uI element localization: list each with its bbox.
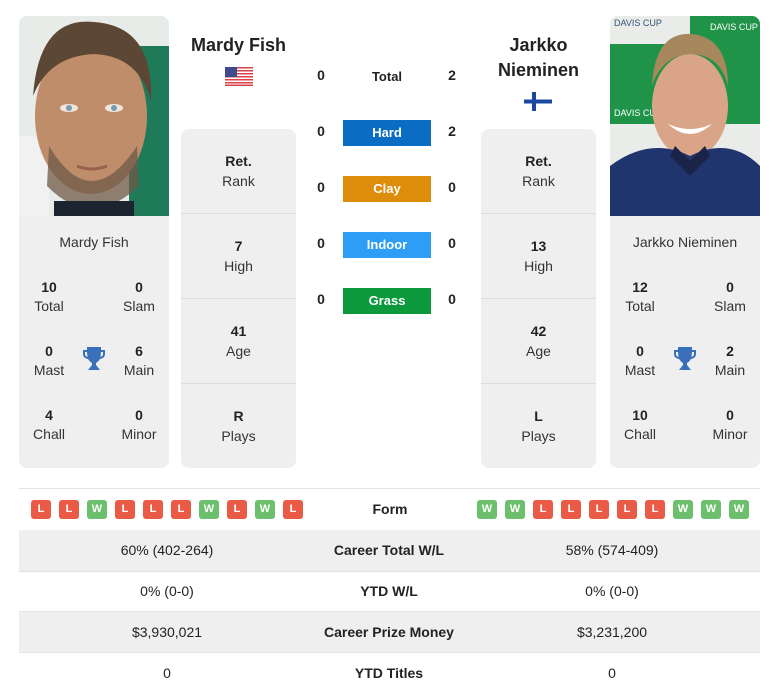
player-card-right: Jarkko Nieminen 12 Total 0 Slam 0 Mast 2…	[610, 216, 760, 468]
stat-high: 7 High	[181, 214, 296, 299]
titles-total: 12 Total	[625, 279, 655, 314]
h2h-grass-right: 0	[448, 291, 456, 307]
svg-text:DAVIS CUP: DAVIS CUP	[614, 18, 662, 28]
player-card-left: Mardy Fish 10 Total 0 Slam 0 Mast 6 Main…	[19, 216, 169, 468]
h2h-grass-button[interactable]: Grass	[343, 288, 431, 314]
divider	[19, 488, 760, 489]
svg-text:DAVIS CUP: DAVIS CUP	[710, 22, 758, 32]
form-badge[interactable]: L	[31, 500, 51, 519]
right-value: 0	[608, 665, 616, 681]
h2h-clay-button[interactable]: Clay	[343, 176, 431, 202]
form-label: Form	[372, 501, 408, 517]
titles-main: 2 Main	[714, 343, 746, 378]
stat-age: 41 Age	[181, 299, 296, 384]
form-badge[interactable]: W	[505, 500, 525, 519]
form-badges-left: L L W L L L W L W L	[31, 500, 303, 519]
stat-plays: R Plays	[221, 408, 256, 444]
player-photo-mardy-fish[interactable]	[19, 16, 169, 216]
h2h-total-left: 0	[317, 67, 325, 83]
h2h-clay-right: 0	[448, 179, 456, 195]
left-value: $3,930,021	[131, 624, 203, 640]
left-value: 0% (0-0)	[140, 583, 194, 599]
stat-rank: Ret. Rank	[181, 129, 296, 214]
row-label: Career Total W/L	[333, 542, 445, 558]
form-badge[interactable]: L	[143, 500, 163, 519]
titles-slam: 0 Slam	[714, 279, 746, 314]
form-badge[interactable]: L	[283, 500, 303, 519]
h2h-hard-button[interactable]: Hard	[343, 120, 431, 146]
titles-mast: 0 Mast	[33, 343, 65, 378]
form-badge[interactable]: L	[589, 500, 609, 519]
form-badge[interactable]: L	[561, 500, 581, 519]
form-badges-right: W W L L L L L W W W	[477, 500, 749, 519]
left-value: 60% (402-264)	[120, 542, 214, 558]
player-card-name[interactable]: Mardy Fish	[19, 234, 169, 250]
form-badge[interactable]: L	[617, 500, 637, 519]
row-label: YTD W/L	[360, 583, 418, 599]
h2h-indoor-right: 0	[448, 235, 456, 251]
row-label: Career Prize Money	[324, 624, 454, 640]
table-row-prize-money: $3,930,021 Career Prize Money $3,231,200	[19, 612, 760, 653]
usa-flag-icon	[225, 67, 253, 86]
titles-minor: 0 Minor	[121, 407, 157, 442]
stat-age: 42 Age	[481, 299, 596, 384]
form-badge[interactable]: L	[115, 500, 135, 519]
right-value: $3,231,200	[576, 624, 648, 640]
right-value: 0% (0-0)	[585, 583, 639, 599]
right-value: 58% (574-409)	[565, 542, 659, 558]
h2h-indoor-left: 0	[317, 235, 325, 251]
titles-total: 10 Total	[34, 279, 64, 314]
h2h-total-right: 2	[448, 67, 456, 83]
player-name-right[interactable]: Jarkko Nieminen	[480, 33, 597, 83]
h2h-indoor-button[interactable]: Indoor	[343, 232, 431, 258]
stat-plays: L Plays	[521, 408, 556, 444]
h2h-clay-left: 0	[317, 179, 325, 195]
form-badge[interactable]: W	[477, 500, 497, 519]
row-label: YTD Titles	[354, 665, 424, 681]
table-row-ytd-titles: 0 YTD Titles 0	[19, 653, 760, 694]
h2h-total-label: Total	[371, 69, 403, 84]
trophy-icon	[83, 347, 105, 370]
form-badge[interactable]: W	[729, 500, 749, 519]
player-photo-jarkko-nieminen[interactable]: DAVIS CUP DAVIS CUP DAVIS CU	[610, 16, 760, 216]
form-badge[interactable]: W	[255, 500, 275, 519]
player-card-name[interactable]: Jarkko Nieminen	[610, 234, 760, 250]
form-badge[interactable]: W	[701, 500, 721, 519]
player-stats-right: Ret. Rank 13 High 42 Age L Plays	[481, 129, 596, 468]
titles-slam: 0 Slam	[123, 279, 155, 314]
h2h-hard-left: 0	[317, 123, 325, 139]
player-photo-image: DAVIS CUP DAVIS CUP DAVIS CU	[610, 16, 760, 216]
left-value: 0	[163, 665, 171, 681]
form-badge[interactable]: W	[673, 500, 693, 519]
stat-rank: Ret. Rank	[481, 129, 596, 214]
form-badge[interactable]: L	[227, 500, 247, 519]
form-badge[interactable]: L	[645, 500, 665, 519]
h2h-grass-left: 0	[317, 291, 325, 307]
titles-chall: 4 Chall	[33, 407, 65, 442]
table-row-ytd-wl: 0% (0-0) YTD W/L 0% (0-0)	[19, 571, 760, 612]
form-badge[interactable]: W	[199, 500, 219, 519]
trophy-icon	[674, 347, 696, 370]
h2h-hard-right: 2	[448, 123, 456, 139]
table-row-career-wl: 60% (402-264) Career Total W/L 58% (574-…	[19, 530, 760, 571]
finland-flag-icon	[524, 92, 552, 111]
form-badge[interactable]: L	[59, 500, 79, 519]
stat-high: 13 High	[481, 214, 596, 299]
player-name-left[interactable]: Mardy Fish	[180, 33, 297, 58]
form-badge[interactable]: L	[533, 500, 553, 519]
svg-text:DAVIS CU: DAVIS CU	[614, 108, 656, 118]
form-badge[interactable]: W	[87, 500, 107, 519]
player-photo-image	[19, 16, 169, 216]
form-badge[interactable]: L	[171, 500, 191, 519]
titles-minor: 0 Minor	[712, 407, 748, 442]
titles-chall: 10 Chall	[624, 407, 656, 442]
player-stats-left: Ret. Rank 7 High 41 Age R Plays	[181, 129, 296, 468]
titles-main: 6 Main	[123, 343, 155, 378]
titles-mast: 0 Mast	[624, 343, 656, 378]
